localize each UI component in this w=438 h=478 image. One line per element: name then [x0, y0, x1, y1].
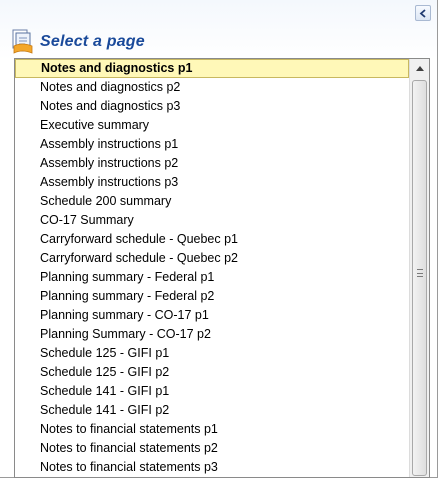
list-item[interactable]: Assembly instructions p2: [15, 154, 409, 173]
list-item-selected[interactable]: Notes and diagnostics p1: [15, 59, 409, 78]
page-selector-panel: Select a page Notes and diagnostics p1 No…: [0, 0, 438, 478]
list-item[interactable]: Assembly instructions p3: [15, 173, 409, 192]
arrow-up-icon: [415, 66, 424, 71]
list-item[interactable]: Notes to financial statements p2: [15, 439, 409, 458]
list-item[interactable]: Schedule 125 - GIFI p1: [15, 344, 409, 363]
chevron-left-icon: [419, 8, 426, 18]
panel-title: Select a page: [40, 33, 145, 50]
list-item[interactable]: Executive summary: [15, 116, 409, 135]
list-item[interactable]: Carryforward schedule - Quebec p1: [15, 230, 409, 249]
page-list-items: Notes and diagnostics p1 Notes and diagno…: [15, 59, 409, 477]
vertical-scrollbar[interactable]: [409, 59, 429, 477]
list-item[interactable]: Notes and diagnostics p2: [15, 78, 409, 97]
list-item[interactable]: Notes to financial statements p3: [15, 458, 409, 477]
list-item[interactable]: Schedule 141 - GIFI p2: [15, 401, 409, 420]
page-list[interactable]: Notes and diagnostics p1 Notes and diagno…: [14, 58, 430, 478]
scroll-up-button[interactable]: [411, 60, 428, 77]
list-item[interactable]: Schedule 200 summary: [15, 192, 409, 211]
list-item[interactable]: Schedule 141 - GIFI p1: [15, 382, 409, 401]
page-list-icon: [12, 29, 33, 54]
list-item[interactable]: Schedule 125 - GIFI p2: [15, 363, 409, 382]
list-item[interactable]: Planning summary - CO-17 p1: [15, 306, 409, 325]
list-item[interactable]: CO-17 Summary: [15, 211, 409, 230]
list-item[interactable]: Planning summary - Federal p1: [15, 268, 409, 287]
list-item[interactable]: Carryforward schedule - Quebec p2: [15, 249, 409, 268]
scrollbar-thumb[interactable]: [412, 80, 427, 476]
list-item[interactable]: Notes and diagnostics p3: [15, 97, 409, 116]
list-item[interactable]: Notes to financial statements p1: [15, 420, 409, 439]
list-item[interactable]: Assembly instructions p1: [15, 135, 409, 154]
grip-icon: [417, 269, 423, 277]
list-item[interactable]: Planning Summary - CO-17 p2: [15, 325, 409, 344]
list-item[interactable]: Planning summary - Federal p2: [15, 287, 409, 306]
collapse-panel-button[interactable]: [415, 5, 431, 21]
panel-header: Select a page: [10, 29, 145, 55]
